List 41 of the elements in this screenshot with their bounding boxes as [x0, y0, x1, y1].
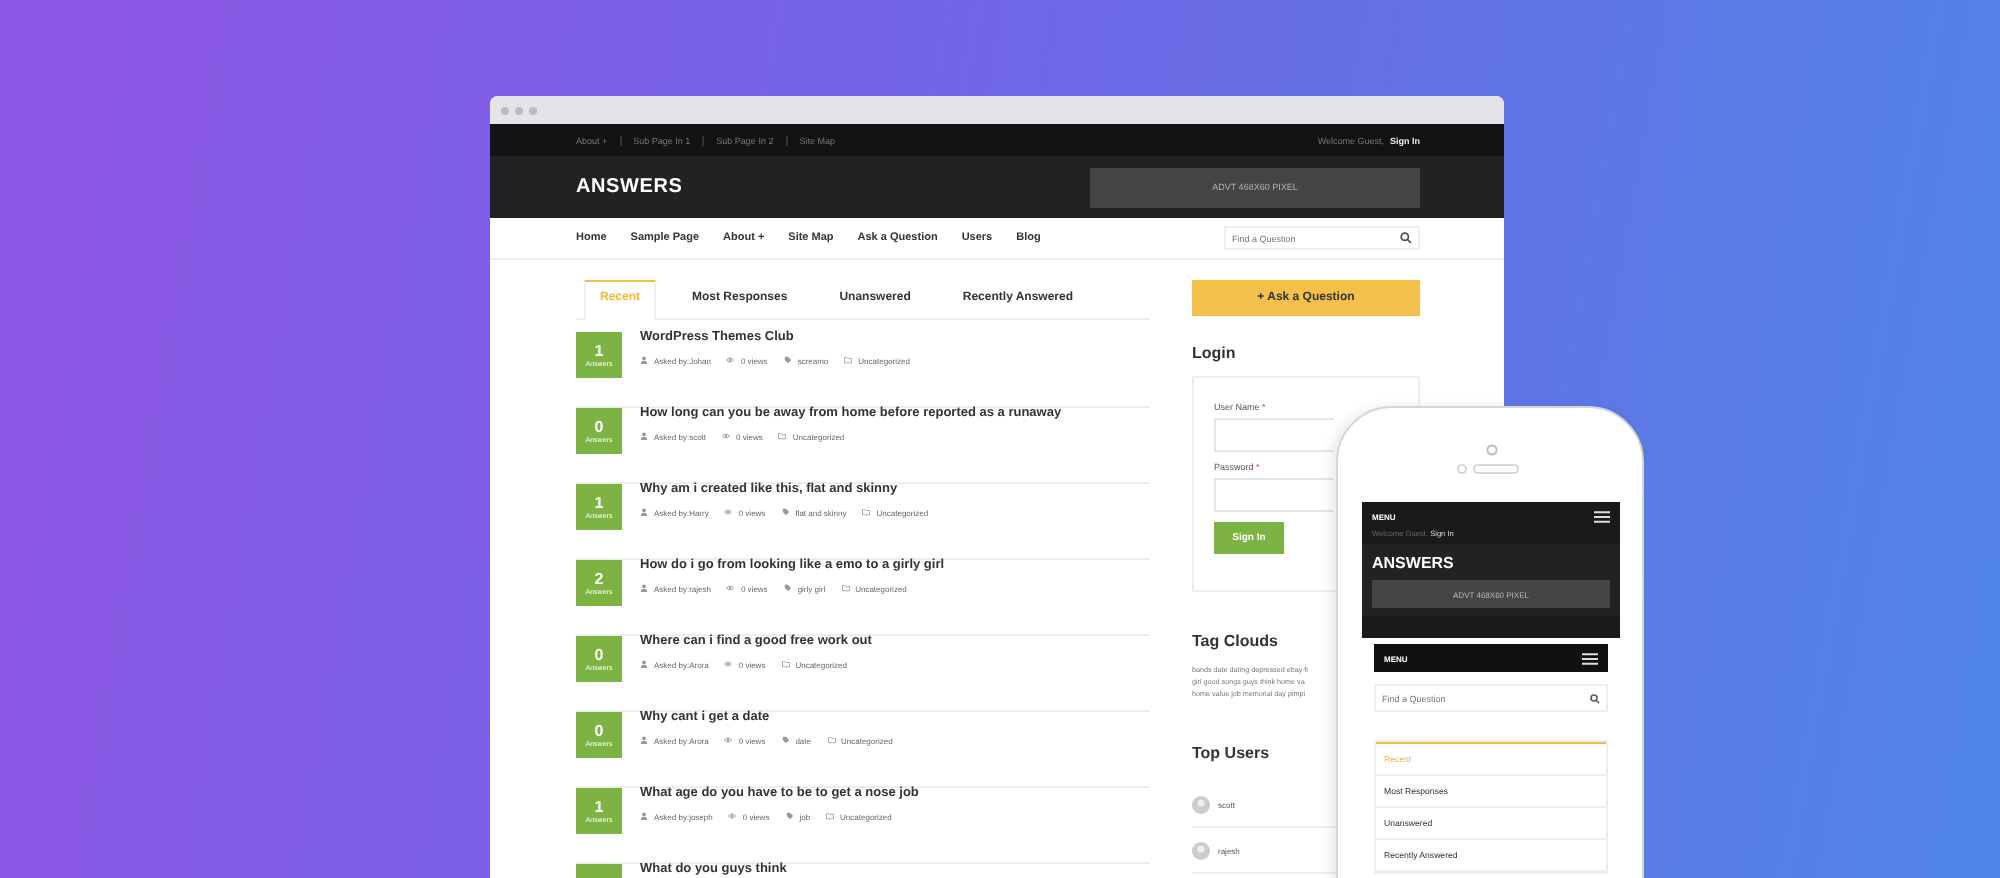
section-title: Top Users	[1192, 744, 1270, 762]
tag-icon	[783, 584, 792, 592]
camera-icon	[1486, 444, 1498, 456]
folder-icon	[844, 356, 853, 364]
tag-icon	[781, 508, 790, 516]
section-title: Login	[1192, 344, 1236, 362]
input-field[interactable]	[1214, 418, 1334, 452]
menu-icon[interactable]	[1594, 509, 1610, 523]
user-icon	[640, 812, 648, 820]
eye-icon	[722, 432, 731, 440]
user-icon	[640, 508, 648, 516]
avatar-icon	[1192, 795, 1210, 813]
search-icon[interactable]	[1400, 232, 1412, 244]
input-field[interactable]	[1214, 478, 1334, 512]
menu-icon[interactable]	[1582, 651, 1598, 665]
eye-icon	[724, 508, 733, 516]
avatar-icon	[1192, 841, 1210, 859]
section-title: Tag Clouds	[1192, 632, 1278, 650]
eye-icon	[728, 812, 737, 820]
tag-icon	[783, 356, 792, 364]
tag-icon	[781, 736, 790, 744]
folder-icon	[778, 432, 787, 440]
tag-icon	[785, 812, 794, 820]
user-icon	[640, 584, 648, 592]
user-icon	[640, 356, 648, 364]
folder-icon	[826, 812, 835, 820]
folder-icon	[781, 660, 790, 668]
eye-icon	[724, 660, 733, 668]
site-logo[interactable]: ANSWERS	[1372, 554, 1610, 572]
search-icon[interactable]	[1590, 693, 1600, 703]
folder-icon	[862, 508, 871, 516]
folder-icon	[841, 584, 850, 592]
eye-icon	[724, 736, 733, 744]
site-logo[interactable]: ANSWERS	[576, 176, 683, 198]
eye-icon	[726, 356, 735, 364]
user-icon	[640, 432, 648, 440]
folder-icon	[827, 736, 835, 744]
user-icon	[640, 736, 648, 744]
speaker-drawing	[1456, 464, 1520, 474]
user-icon	[640, 660, 648, 668]
eye-icon	[726, 584, 735, 592]
